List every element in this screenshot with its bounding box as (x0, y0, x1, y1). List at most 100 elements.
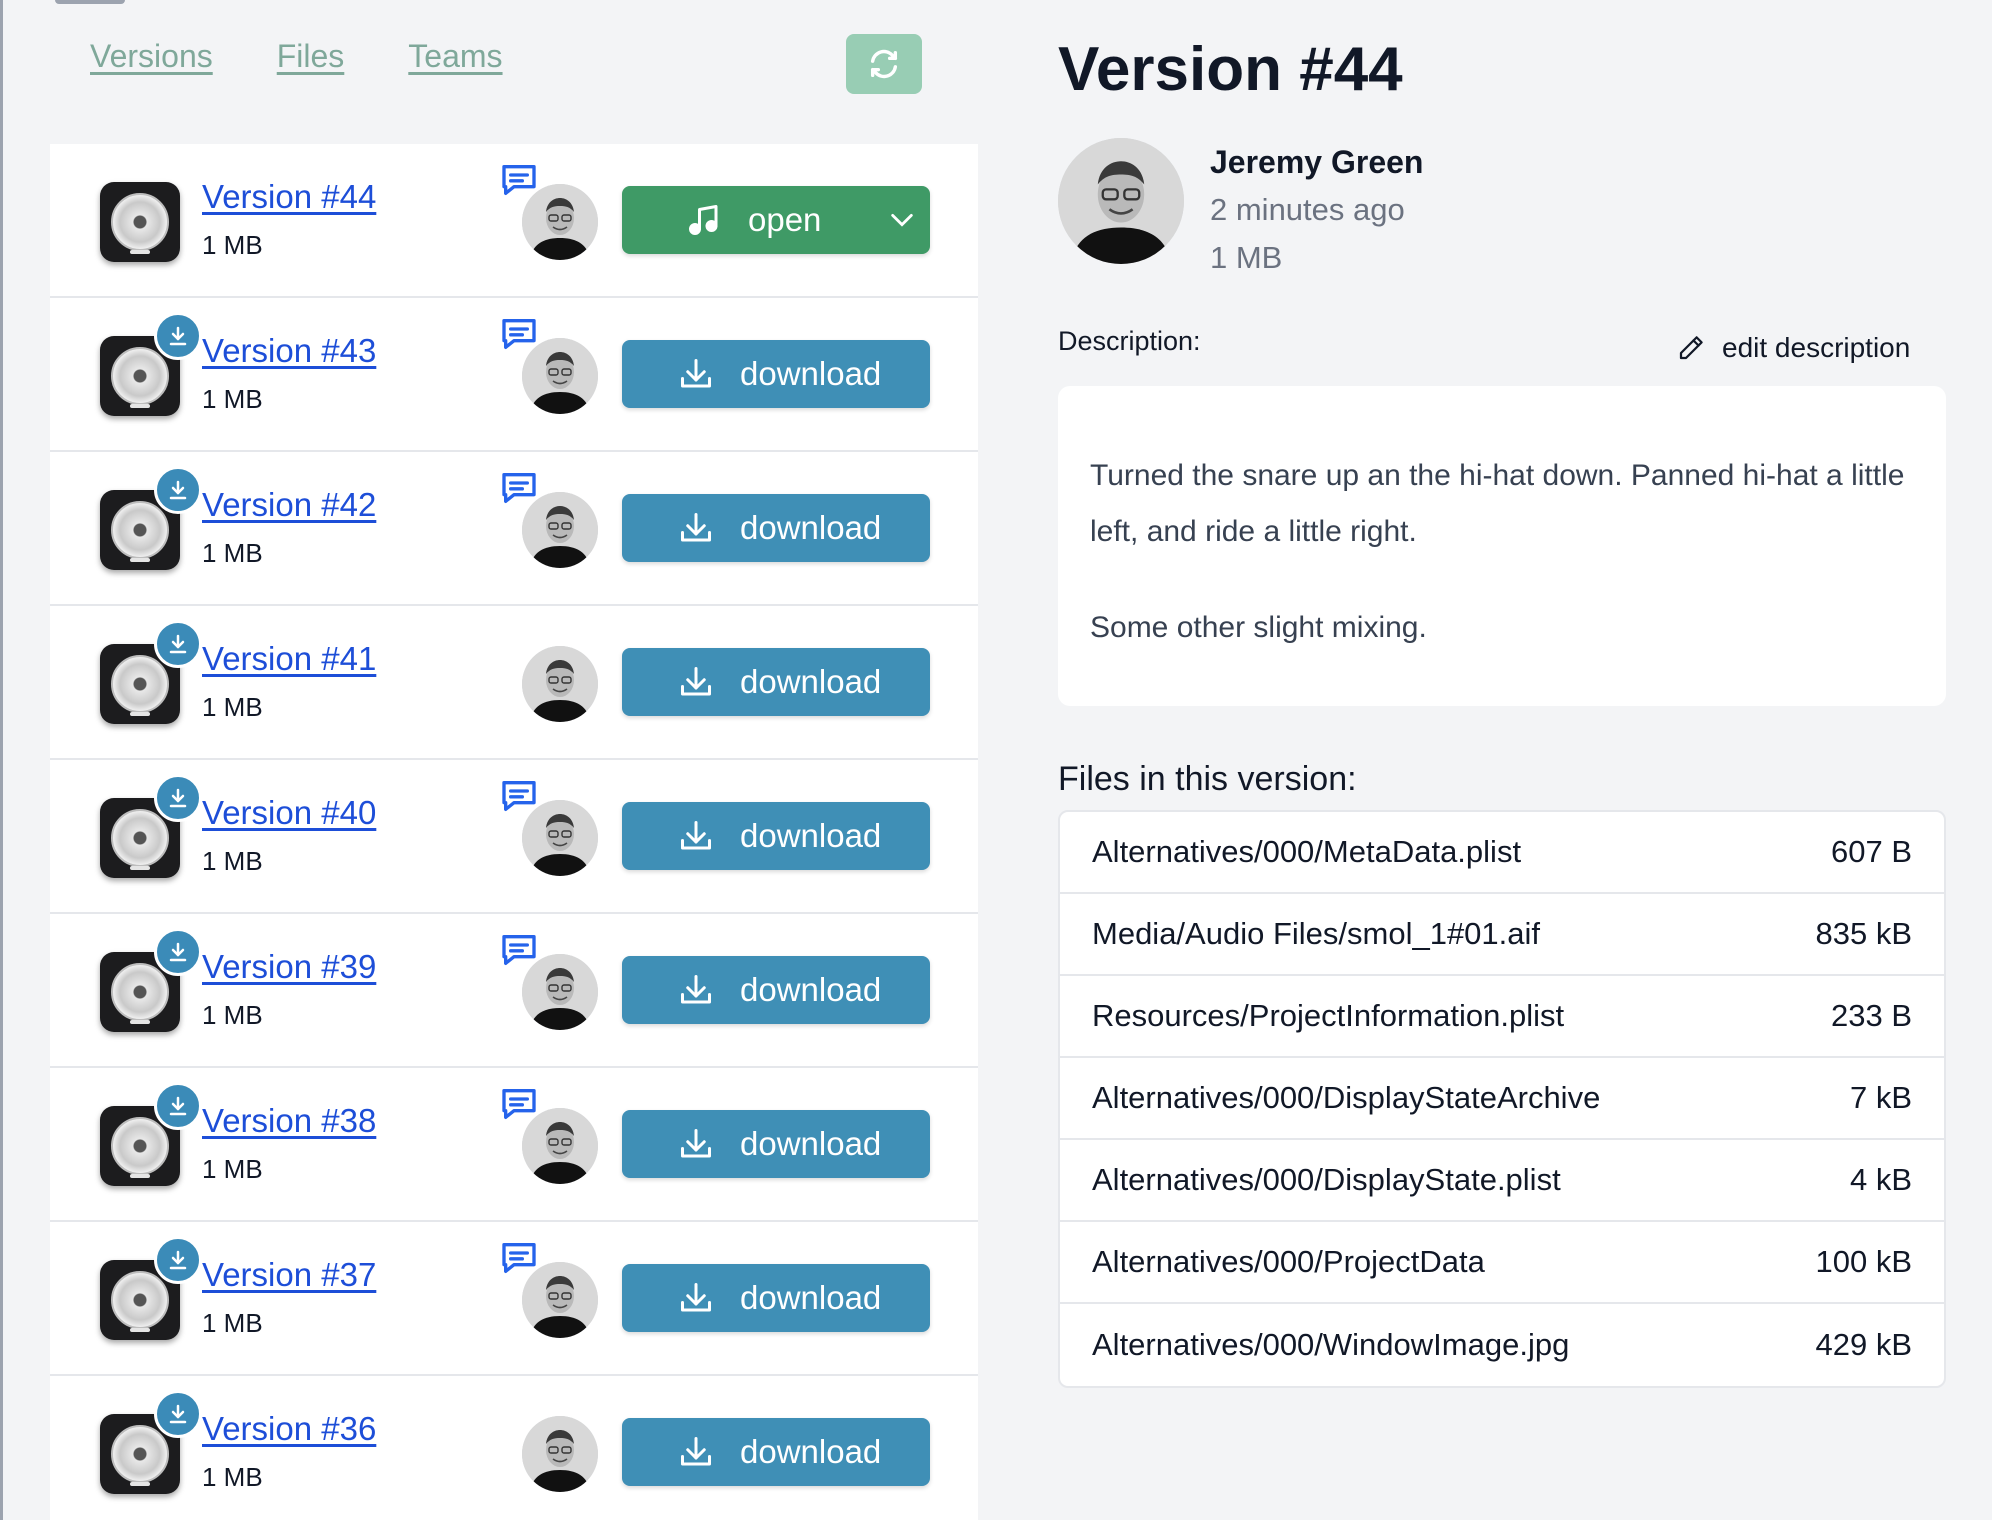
version-row: Version #42 1 MB download (50, 452, 978, 606)
button-label: download (740, 1279, 882, 1316)
downloaded-badge-icon (154, 466, 202, 514)
description-label: Description: (1058, 326, 1201, 356)
window-edge (0, 0, 3, 1520)
version-row: Version #37 1 MB download (50, 1222, 978, 1376)
version-size: 1 MB (202, 538, 263, 568)
version-list: Version #44 1 MB open Version #43 1 MB d… (50, 144, 978, 1520)
download-button[interactable]: download (622, 1110, 930, 1178)
downloaded-badge-icon (154, 312, 202, 360)
refresh-button[interactable] (846, 34, 922, 94)
file-name: Alternatives/000/MetaData.plist (1092, 834, 1522, 869)
downloaded-badge-icon (154, 1082, 202, 1130)
version-row: Version #40 1 MB download (50, 760, 978, 914)
version-link[interactable]: Version #44 (202, 178, 376, 216)
avatar[interactable] (522, 492, 598, 568)
version-size: 1 MB (202, 384, 263, 414)
version-size: 1 MB (202, 846, 263, 876)
version-link[interactable]: Version #37 (202, 1256, 376, 1294)
version-link[interactable]: Version #43 (202, 332, 376, 370)
file-size: 4 kB (1849, 1162, 1912, 1197)
avatar[interactable] (522, 954, 598, 1030)
file-name: Alternatives/000/DisplayStateArchive (1092, 1080, 1601, 1115)
version-size: 1 MB (202, 692, 263, 722)
version-size: 1 MB (202, 1000, 263, 1030)
file-name: Alternatives/000/ProjectData (1092, 1244, 1485, 1279)
download-button[interactable]: download (622, 648, 930, 716)
version-link[interactable]: Version #36 (202, 1410, 376, 1448)
edit-description-label: edit description (1722, 332, 1911, 363)
version-row: Version #43 1 MB download (50, 298, 978, 452)
download-icon (681, 359, 711, 388)
button-label: download (740, 971, 882, 1008)
download-button[interactable]: download (622, 494, 930, 562)
version-size: 1 MB (202, 1462, 263, 1492)
downloaded-badge-icon (154, 1390, 202, 1438)
avatar[interactable] (522, 646, 598, 722)
button-label: open (748, 201, 822, 238)
avatar[interactable] (522, 338, 598, 414)
file-row: Alternatives/000/DisplayState.plist 4 kB (1060, 1140, 1944, 1222)
version-size: 1 MB (202, 230, 263, 260)
downloaded-badge-icon (154, 620, 202, 668)
file-name: Resources/ProjectInformation.plist (1092, 998, 1565, 1033)
version-link[interactable]: Version #38 (202, 1102, 376, 1140)
file-name: Alternatives/000/WindowImage.jpg (1092, 1327, 1570, 1362)
avatar[interactable] (522, 800, 598, 876)
button-label: download (740, 663, 882, 700)
version-row: Version #38 1 MB download (50, 1068, 978, 1222)
downloaded-badge-icon (154, 1236, 202, 1284)
file-row: Resources/ProjectInformation.plist 233 B (1060, 976, 1944, 1058)
download-icon (681, 821, 711, 850)
file-size: 607 B (1830, 834, 1912, 869)
file-row: Media/Audio Files/smol_1#01.aif 835 kB (1060, 894, 1944, 976)
version-link[interactable]: Version #40 (202, 794, 376, 832)
download-button[interactable]: download (622, 956, 930, 1024)
download-button[interactable]: download (622, 340, 930, 408)
version-link[interactable]: Version #42 (202, 486, 376, 524)
edit-description-button[interactable]: edit description (1676, 332, 1910, 364)
file-row: Alternatives/000/WindowImage.jpg 429 kB (1060, 1304, 1944, 1386)
author-avatar (1058, 138, 1184, 264)
file-size: 7 kB (1849, 1080, 1912, 1115)
button-label: download (740, 355, 882, 392)
files-table: Alternatives/000/MetaData.plist 607 B Medi… (1058, 810, 1946, 1388)
avatar[interactable] (522, 1262, 598, 1338)
timestamp: 2 minutes ago (1210, 192, 1405, 227)
open-button[interactable]: open (622, 186, 930, 254)
tab-teams[interactable]: Teams (408, 38, 502, 75)
download-icon (681, 1283, 711, 1312)
button-label: download (740, 509, 882, 546)
avatar[interactable] (522, 1416, 598, 1492)
version-size: 1 MB (202, 1154, 263, 1184)
version-row: Version #36 1 MB download (50, 1376, 978, 1520)
file-size: 835 kB (1815, 916, 1912, 951)
description-box: Turned the snare up an the hi-hat down. … (1058, 386, 1946, 706)
downloaded-badge-icon (154, 928, 202, 976)
version-link[interactable]: Version #39 (202, 948, 376, 986)
chevron-down-icon[interactable] (886, 206, 918, 234)
version-link[interactable]: Version #41 (202, 640, 376, 678)
window-handle (55, 0, 125, 4)
download-button[interactable]: download (622, 1264, 930, 1332)
description-text: Turned the snare up an the hi-hat down. … (1090, 459, 1905, 548)
version-size: 1 MB (1210, 240, 1283, 275)
tab-versions[interactable]: Versions (90, 38, 213, 75)
tab-files[interactable]: Files (277, 38, 345, 75)
download-icon (681, 1129, 711, 1158)
file-row: Alternatives/000/ProjectData 100 kB (1060, 1222, 1944, 1304)
refresh-icon (870, 49, 898, 79)
download-button[interactable]: download (622, 802, 930, 870)
button-label: download (740, 1125, 882, 1162)
file-name: Alternatives/000/DisplayState.plist (1092, 1162, 1561, 1197)
download-icon (681, 1437, 711, 1466)
version-size: 1 MB (202, 1308, 263, 1338)
file-size: 429 kB (1815, 1327, 1912, 1362)
download-button[interactable]: download (622, 1418, 930, 1486)
download-icon (681, 667, 711, 696)
avatar[interactable] (522, 184, 598, 260)
author-name: Jeremy Green (1210, 144, 1424, 180)
description-text: Some other slight mixing. (1090, 611, 1427, 644)
file-size: 233 B (1830, 998, 1912, 1033)
avatar[interactable] (522, 1108, 598, 1184)
logic-pro-icon (100, 182, 180, 262)
